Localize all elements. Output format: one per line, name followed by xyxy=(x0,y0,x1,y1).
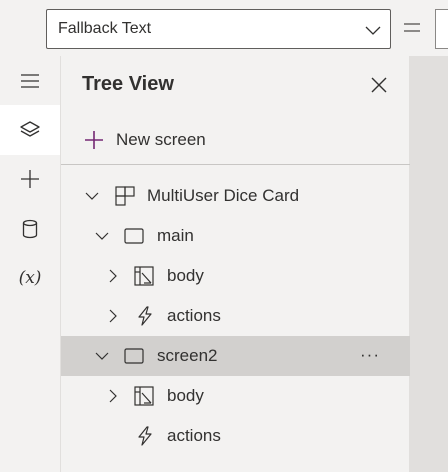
tree-node-component[interactable]: MultiUser Dice Card xyxy=(61,176,410,216)
formula-bar: Fallback Text xyxy=(0,0,448,56)
close-button[interactable] xyxy=(367,73,391,97)
property-dropdown[interactable]: Fallback Text xyxy=(46,9,391,49)
tree-node-body[interactable]: body xyxy=(61,256,410,296)
property-dropdown-value: Fallback Text xyxy=(58,20,152,37)
rail-data-button[interactable] xyxy=(0,204,60,254)
database-icon xyxy=(22,219,38,239)
tree-node-actions[interactable]: actions xyxy=(61,296,410,336)
chevron-down-icon[interactable] xyxy=(85,189,99,203)
lightning-icon xyxy=(138,306,152,326)
tree-node-screen[interactable]: main xyxy=(61,216,410,256)
plus-icon xyxy=(85,131,103,149)
rail-insert-button[interactable] xyxy=(0,154,60,204)
close-icon xyxy=(371,77,387,93)
tree-node-screen[interactable]: screen2 ··· xyxy=(61,336,410,376)
lightning-icon xyxy=(138,426,152,446)
screen-icon xyxy=(124,228,144,244)
more-icon: ··· xyxy=(360,345,380,364)
more-options-button[interactable]: ··· xyxy=(357,344,383,366)
tree-node-label: screen2 xyxy=(157,346,218,365)
left-rail: (x) xyxy=(0,56,60,472)
new-screen-button[interactable]: New screen xyxy=(83,128,206,152)
canvas-area xyxy=(410,56,448,472)
new-screen-label: New screen xyxy=(116,130,206,149)
chevron-right-icon[interactable] xyxy=(106,269,120,283)
equals-icon xyxy=(404,23,420,32)
rail-tree-view-button[interactable] xyxy=(0,105,60,155)
chevron-down-icon[interactable] xyxy=(95,229,109,243)
tree-node-label: main xyxy=(157,226,194,245)
chevron-down-icon[interactable] xyxy=(95,349,109,363)
screen-icon xyxy=(124,348,144,364)
tree-node-label: body xyxy=(167,266,204,285)
rail-menu-button[interactable] xyxy=(0,56,60,106)
tree-node-actions[interactable]: actions xyxy=(61,416,410,456)
chevron-right-icon[interactable] xyxy=(106,389,120,403)
panel-title: Tree View xyxy=(82,73,174,95)
chevron-right-icon[interactable] xyxy=(106,309,120,323)
tree-view-panel: Tree View New screen MultiUser Dice Card xyxy=(60,56,410,472)
tree-node-body[interactable]: body xyxy=(61,376,410,416)
section-icon xyxy=(134,386,154,406)
rail-variables-button[interactable]: (x) xyxy=(0,253,60,303)
hamburger-icon xyxy=(21,74,39,88)
tree-node-label: actions xyxy=(167,306,221,325)
tree-node-label: actions xyxy=(167,426,221,445)
section-icon xyxy=(134,266,154,286)
tree-node-label: body xyxy=(167,386,204,405)
plus-icon xyxy=(21,170,39,188)
component-icon xyxy=(115,186,135,206)
formula-input[interactable] xyxy=(435,9,448,49)
divider xyxy=(61,164,410,165)
chevron-down-icon xyxy=(365,26,381,35)
tree-node-label: MultiUser Dice Card xyxy=(147,186,300,205)
variables-icon: (x) xyxy=(18,268,42,288)
layers-icon xyxy=(20,121,40,137)
